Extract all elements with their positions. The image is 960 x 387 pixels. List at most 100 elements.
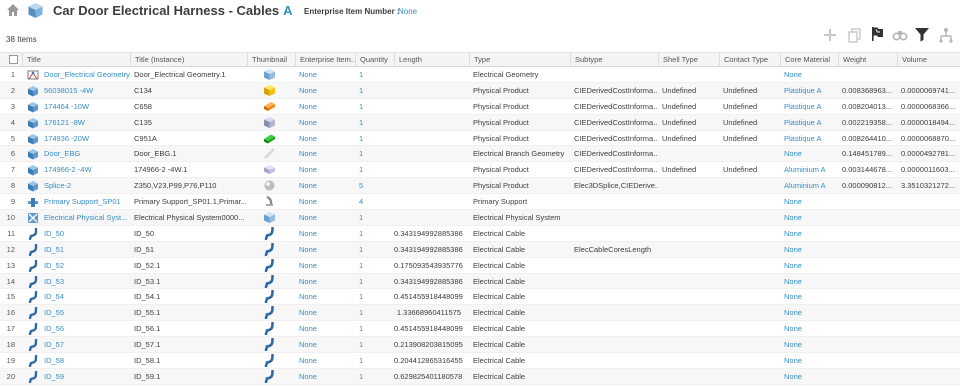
table-row[interactable]: 20 ID_59 ID_59.1 None 1 0.629825401180578 Elec…: [0, 368, 960, 385]
cell-quantity[interactable]: 1: [355, 226, 394, 241]
find-icon[interactable]: [892, 27, 908, 43]
table-row[interactable]: 4 176121 -8W C135 None 1 Physical Product CIED…: [0, 114, 960, 131]
table-row[interactable]: 19 ID_58 ID_58.1 None 1 0.204412865316455 Elec…: [0, 353, 960, 369]
table-row[interactable]: 18 ID_57 ID_57.1 None 1 0.213908203815095 Elec…: [0, 337, 960, 354]
copy-icon[interactable]: [847, 27, 863, 43]
select-all-checkbox[interactable]: [9, 55, 18, 64]
table-row[interactable]: 5 174936 -20W C951A None 1 Physical Product CI…: [0, 131, 960, 147]
table-row[interactable]: 15 ID_54 ID_54.1 None 1 0.451455918448099 Elec…: [0, 289, 960, 306]
table-row[interactable]: 17 ID_56 ID_56.1 None 1 0.451455918448099 Elec…: [0, 321, 960, 338]
cell-title[interactable]: Electrical Physical Syst...: [40, 210, 130, 225]
cell-enterprise-item[interactable]: None: [295, 115, 355, 130]
cell-enterprise-item[interactable]: None: [295, 274, 355, 289]
column-header-subtype[interactable]: Subtype: [570, 53, 658, 67]
cell-quantity[interactable]: 1: [355, 83, 394, 98]
thumbnail-branch-white[interactable]: [263, 147, 276, 160]
cell-quantity[interactable]: 1: [355, 305, 394, 320]
cell-title[interactable]: ID_53: [40, 274, 130, 289]
cell-title[interactable]: Door_EBG: [40, 146, 130, 161]
cell-quantity[interactable]: 1: [355, 258, 394, 273]
thumbnail-connector-green[interactable]: [263, 132, 276, 145]
cell-title[interactable]: 176121 -8W: [40, 115, 130, 130]
cell-enterprise-item[interactable]: None: [295, 289, 355, 304]
column-header-thumbnail[interactable]: Thumbnail: [247, 53, 295, 67]
cell-title[interactable]: ID_56: [40, 321, 130, 336]
cell-title[interactable]: Splice-2: [40, 178, 130, 193]
flag-icon[interactable]: [869, 26, 885, 42]
thumbnail-cable-blue[interactable]: [263, 242, 276, 256]
cell-core-material[interactable]: None: [780, 258, 838, 273]
cell-quantity[interactable]: 1: [355, 99, 394, 114]
cell-enterprise-item[interactable]: None: [295, 146, 355, 161]
cell-quantity[interactable]: 1: [355, 353, 394, 368]
column-header-quantity[interactable]: Quantity: [355, 53, 394, 67]
cell-quantity[interactable]: 1: [355, 274, 394, 289]
cell-enterprise-item[interactable]: None: [295, 83, 355, 98]
cell-enterprise-item[interactable]: None: [295, 369, 355, 384]
cell-quantity[interactable]: 5: [355, 178, 394, 193]
cell-title[interactable]: ID_52: [40, 258, 130, 273]
cell-title[interactable]: 174936 -20W: [40, 131, 130, 146]
cell-core-material[interactable]: None: [780, 210, 838, 225]
table-row[interactable]: 8 Splice-2 Z350,V23,P99,P76,P110 None 5 Physi…: [0, 178, 960, 195]
thumbnail-cable-blue[interactable]: [263, 226, 276, 240]
thumbnail-connector-grey[interactable]: [263, 116, 276, 129]
hierarchy-icon[interactable]: [938, 27, 954, 43]
table-row[interactable]: 12 ID_51 ID_51 None 1 0.343194992885386 Electr…: [0, 241, 960, 258]
table-row[interactable]: 10 Electrical Physical Syst... Electrical …: [0, 210, 960, 226]
cell-quantity[interactable]: 1: [355, 162, 394, 177]
thumbnail-cable-blue[interactable]: [263, 338, 276, 352]
cell-core-material[interactable]: None: [780, 67, 838, 82]
cell-core-material[interactable]: Aluminium A: [780, 162, 838, 177]
cell-quantity[interactable]: 1: [355, 67, 394, 82]
table-row[interactable]: 1 Door_Electrical Geometry Door_Electrical…: [0, 67, 960, 83]
cell-core-material[interactable]: None: [780, 274, 838, 289]
cell-enterprise-item[interactable]: None: [295, 178, 355, 193]
cell-enterprise-item[interactable]: None: [295, 353, 355, 368]
cell-enterprise-item[interactable]: None: [295, 194, 355, 209]
cell-title[interactable]: ID_57: [40, 337, 130, 352]
thumbnail-cable-blue[interactable]: [263, 274, 276, 288]
cell-title[interactable]: ID_58: [40, 353, 130, 368]
column-header-enterprise-item[interactable]: Enterprise Item...: [295, 53, 355, 67]
cell-core-material[interactable]: None: [780, 226, 838, 241]
cell-core-material[interactable]: Plastique A: [780, 83, 838, 98]
cell-title[interactable]: Primary Support_SP01: [40, 194, 130, 209]
cell-core-material[interactable]: None: [780, 194, 838, 209]
cell-quantity[interactable]: 1: [355, 242, 394, 257]
cell-title[interactable]: 56038015 -4W: [40, 83, 130, 98]
table-row[interactable]: 2 56038015 -4W C134 None 1 Physical Product CI…: [0, 82, 960, 99]
table-row[interactable]: 7 174966-2 -4W 174966-2 -4W.1 None 1 Physical…: [0, 162, 960, 179]
cell-core-material[interactable]: None: [780, 146, 838, 161]
add-icon[interactable]: [822, 27, 838, 43]
cell-enterprise-item[interactable]: None: [295, 131, 355, 146]
thumbnail-connector-yellow[interactable]: [263, 84, 276, 97]
cell-enterprise-item[interactable]: None: [295, 226, 355, 241]
column-header-core-material[interactable]: Core Material: [780, 53, 838, 67]
cell-quantity[interactable]: 1: [355, 321, 394, 336]
cell-enterprise-item[interactable]: None: [295, 305, 355, 320]
column-header-title-instance[interactable]: Title (Instance): [130, 53, 247, 67]
table-row[interactable]: 9 Primary Support_SP01 Primary Support_SP0…: [0, 194, 960, 211]
thumbnail-support-grey[interactable]: [263, 195, 276, 208]
column-header-type[interactable]: Type: [469, 53, 570, 67]
cell-title[interactable]: ID_55: [40, 305, 130, 320]
table-row[interactable]: 14 ID_53 ID_53.1 None 1 0.343194992885386 Elec…: [0, 273, 960, 290]
cell-title[interactable]: ID_59: [40, 369, 130, 384]
thumbnail-cable-blue[interactable]: [263, 369, 276, 383]
table-row[interactable]: 16 ID_55 ID_55.1 None 1 1.33668960411575 Elect…: [0, 305, 960, 322]
column-header-contact-type[interactable]: Contact Type: [719, 53, 780, 67]
cell-quantity[interactable]: 4: [355, 194, 394, 209]
cell-quantity[interactable]: 1: [355, 369, 394, 384]
column-header-shell-type[interactable]: Shell Type: [658, 53, 719, 67]
thumbnail-cable-blue[interactable]: [263, 306, 276, 320]
cell-enterprise-item[interactable]: None: [295, 210, 355, 225]
column-header-title[interactable]: Title: [22, 53, 130, 67]
thumbnail-cube-blue[interactable]: [263, 68, 276, 81]
table-row[interactable]: 13 ID_52 ID_52.1 None 1 0.175093543935776 Elec…: [0, 258, 960, 274]
cell-enterprise-item[interactable]: None: [295, 67, 355, 82]
cell-enterprise-item[interactable]: None: [295, 99, 355, 114]
cell-quantity[interactable]: 1: [355, 115, 394, 130]
cell-quantity[interactable]: 1: [355, 210, 394, 225]
cell-title[interactable]: ID_50: [40, 226, 130, 241]
